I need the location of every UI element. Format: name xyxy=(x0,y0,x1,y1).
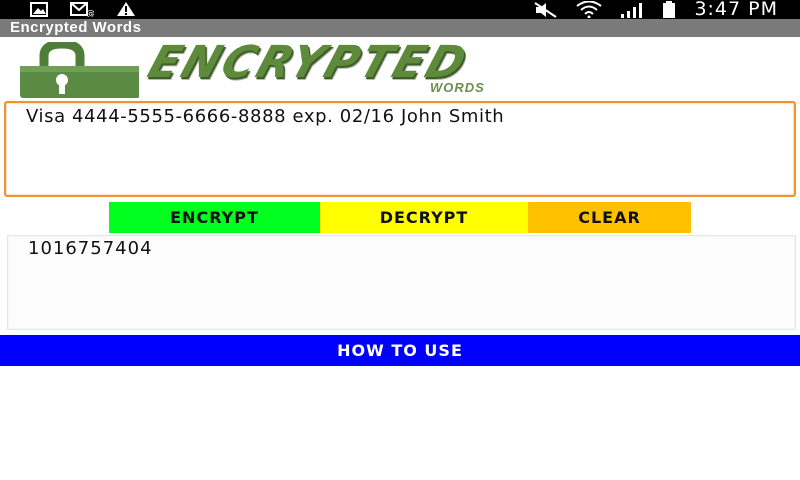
encrypt-button[interactable]: ENCRYPT xyxy=(109,202,320,233)
app-title: Encrypted Words xyxy=(10,19,142,36)
wifi-icon xyxy=(576,1,603,18)
ciphertext-output[interactable]: 1016757404 xyxy=(7,235,796,330)
gallery-icon xyxy=(30,1,48,17)
app-title-bar: Encrypted Words xyxy=(0,19,800,37)
svg-text:@: @ xyxy=(86,9,94,17)
status-bar: @ 3:47 PM xyxy=(0,0,800,19)
plaintext-input-value: Visa 4444-5555-6666-8888 exp. 02/16 John… xyxy=(26,106,505,127)
action-buttons: ENCRYPT DECRYPT CLEAR xyxy=(109,202,691,233)
app-logo: ENCRYPTED WORDS xyxy=(10,37,795,98)
warning-icon xyxy=(116,1,136,17)
plaintext-input[interactable]: Visa 4444-5555-6666-8888 exp. 02/16 John… xyxy=(4,101,796,197)
logo-subtitle: WORDS xyxy=(430,80,485,95)
ciphertext-output-value: 1016757404 xyxy=(28,238,153,259)
lock-icon xyxy=(14,39,140,98)
notification-icons: @ xyxy=(30,1,136,17)
clock: 3:47 PM xyxy=(694,0,778,20)
battery-icon xyxy=(662,0,676,19)
how-to-use-button[interactable]: HOW TO USE xyxy=(0,335,800,366)
signal-icon xyxy=(620,2,644,18)
clear-button[interactable]: CLEAR xyxy=(528,202,691,233)
email-icon: @ xyxy=(70,1,94,17)
system-status: 3:47 PM xyxy=(534,0,778,19)
mute-icon xyxy=(534,1,558,18)
decrypt-button[interactable]: DECRYPT xyxy=(320,202,528,233)
